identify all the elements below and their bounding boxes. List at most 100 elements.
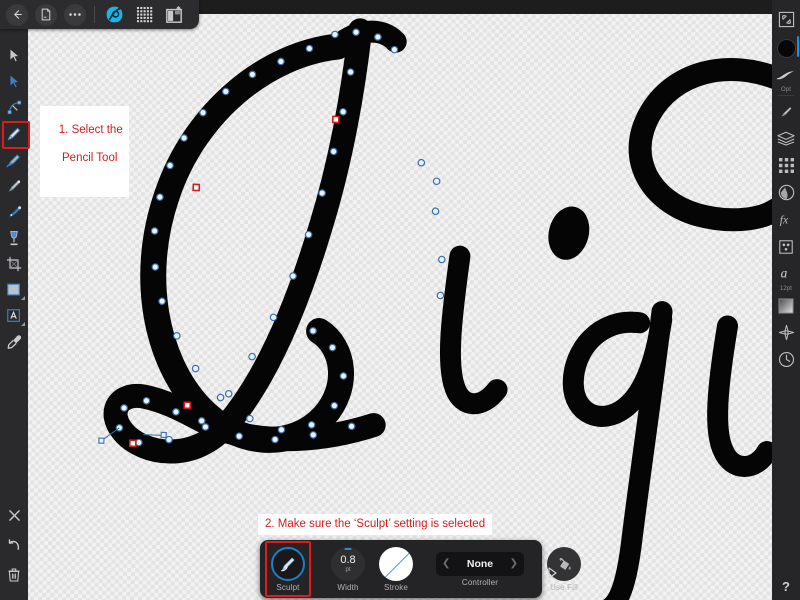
app-window: Opt fx a 12pt Sculpt 0.8 pt Width Stroke… (0, 0, 800, 600)
delete-button[interactable] (1, 560, 27, 590)
stroke-studio-sub: Opt (781, 87, 791, 93)
back-arrow-icon (13, 10, 22, 19)
close-button[interactable] (1, 500, 27, 530)
help-button[interactable]: ? (778, 578, 794, 594)
character-studio[interactable]: a 12pt (773, 260, 799, 292)
document-canvas[interactable] (28, 14, 772, 600)
stroke-swatch-icon (379, 546, 413, 581)
layers-stack-icon (777, 131, 795, 146)
fill-tool[interactable] (1, 225, 27, 250)
move-tool[interactable] (1, 43, 27, 68)
close-x-icon (8, 509, 20, 521)
trash-bin-icon (8, 568, 20, 582)
paint-brush-tool[interactable] (1, 173, 27, 198)
node-tool[interactable] (1, 69, 27, 94)
node-cursor-icon (9, 74, 20, 89)
expand-toolbar-button[interactable] (546, 566, 558, 580)
transform-icon (778, 11, 794, 28)
pen-tool[interactable] (1, 147, 27, 172)
cursor-arrow-icon (9, 48, 20, 63)
sculpt-mode-button[interactable]: Sculpt (264, 540, 312, 598)
gradient-square-icon (778, 298, 794, 313)
fill-group: Use Fill (536, 540, 592, 598)
export-icon (166, 5, 182, 23)
pen-nib-icon (6, 154, 20, 167)
controller-select[interactable]: ❮ None ❯ (436, 551, 524, 576)
tool-group-indicator (21, 296, 25, 300)
rail-divider (778, 95, 794, 96)
svg-text:a: a (781, 265, 788, 280)
effects-studio[interactable]: fx (773, 206, 799, 233)
annotation-step-1-line1: 1. Select the (58, 124, 123, 136)
corner-tool[interactable] (1, 95, 27, 120)
crop-tool[interactable] (1, 251, 27, 276)
history-studio[interactable] (773, 346, 799, 373)
width-dial-tick (344, 547, 352, 550)
export-persona-button[interactable] (162, 3, 186, 27)
swatches-studio[interactable] (773, 152, 799, 179)
adjustment-circle-icon (778, 184, 794, 201)
gradient-studio[interactable] (773, 292, 799, 319)
paint-brush-icon (8, 179, 21, 193)
toolbar-divider (94, 6, 95, 23)
ellipsis-icon (69, 13, 81, 16)
sculpt-mode-label: Sculpt (276, 582, 300, 592)
use-fill-label: Use Fill (550, 582, 578, 592)
controller-group: ❮ None ❯ Controller (428, 540, 532, 598)
symbols-studio[interactable] (773, 233, 799, 260)
annotation-step-1: 1. Select the Pencil Tool (40, 106, 129, 197)
persona-draw-button[interactable] (102, 3, 126, 27)
stroke-control[interactable]: Stroke (372, 540, 420, 598)
context-toolbar: Sculpt 0.8 pt Width Stroke ❮ None ❯ Cont… (260, 540, 581, 598)
controller-value: None (466, 557, 494, 570)
chevron-left-icon[interactable]: ❮ (442, 558, 450, 569)
vector-brush-tool[interactable] (1, 199, 27, 224)
width-control[interactable]: 0.8 pt Width (324, 540, 372, 598)
eyedropper-icon (7, 334, 21, 349)
document-icon (41, 8, 51, 21)
stroke-label: Stroke (383, 582, 409, 592)
transparent-artboard[interactable] (28, 14, 772, 600)
navigator-studio[interactable] (773, 319, 799, 346)
undo-arrow-icon (8, 538, 19, 550)
pixel-grid-icon (136, 6, 152, 23)
shape-tool[interactable] (1, 277, 27, 302)
controller-control[interactable]: ❮ None ❯ Controller (432, 540, 528, 598)
play-triangle-icon (547, 567, 557, 579)
chevron-right-icon[interactable]: ❯ (510, 558, 518, 569)
width-dial-icon: 0.8 pt (331, 546, 365, 581)
colour-studio[interactable] (773, 33, 799, 63)
stroke-studio[interactable]: Opt (773, 63, 799, 93)
text-tool[interactable] (1, 303, 27, 328)
brushes-studio[interactable] (773, 98, 799, 125)
swatch-grid-icon (778, 158, 794, 173)
undo-button[interactable] (1, 530, 27, 560)
colour-swatch-icon (776, 38, 796, 58)
layers-studio[interactable] (773, 125, 799, 152)
corner-node-icon (7, 100, 21, 115)
width-unit: pt (345, 566, 351, 573)
history-clock-icon (778, 351, 794, 368)
svg-text:fx: fx (780, 214, 789, 226)
stroke-swatch-slash (381, 547, 413, 581)
back-button[interactable] (6, 3, 28, 26)
stroke-taper-icon (776, 70, 795, 80)
fill-goblet-icon (10, 230, 18, 245)
character-a-icon: a (781, 265, 788, 280)
colour-picker-tool[interactable] (1, 329, 27, 354)
vector-brush-icon (7, 205, 21, 219)
tool-group-indicator (21, 322, 25, 326)
annotation-step-1-line2: Pencil Tool (62, 152, 118, 164)
mode-group: Sculpt (260, 540, 316, 598)
controller-label: Controller (461, 577, 499, 587)
more-button[interactable] (64, 3, 86, 26)
left-tool-rail (0, 29, 30, 600)
symbols-icon (779, 239, 793, 254)
adjustments-studio[interactable] (773, 179, 799, 206)
pixel-persona-button[interactable] (132, 3, 156, 27)
transform-studio[interactable] (773, 6, 799, 33)
rectangle-shape-icon (7, 283, 20, 295)
document-button[interactable] (35, 3, 57, 26)
annotation-step-2: 2. Make sure the ‘Sculpt’ setting is sel… (258, 514, 493, 535)
pencil-tool[interactable] (1, 121, 30, 149)
